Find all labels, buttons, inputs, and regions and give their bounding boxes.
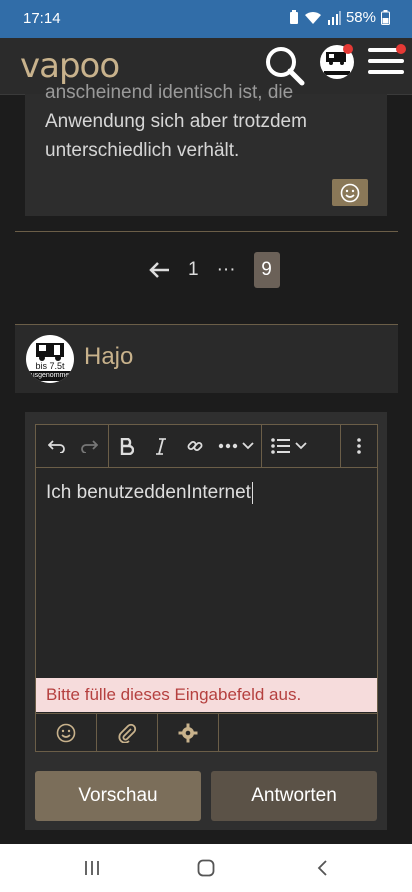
avatar-text: ausgenommen: [26, 371, 74, 381]
signal-icon: [327, 10, 341, 25]
toolbar-separator: [261, 425, 262, 467]
validation-error: Bitte fülle dieses Eingabefeld aus.: [36, 678, 377, 712]
back-icon[interactable]: [312, 856, 332, 880]
text-caret: [251, 482, 253, 504]
more-horizontal-icon: [218, 443, 238, 449]
link-button[interactable]: [184, 425, 206, 467]
gear-icon: [178, 723, 198, 743]
reply-form: Ich benutzeddenInternet Bitte fülle dies…: [25, 412, 387, 830]
redo-button[interactable]: [76, 425, 102, 467]
notification-dot: [343, 44, 353, 54]
more-vertical-icon: [357, 438, 361, 454]
user-name[interactable]: Hajo: [84, 343, 133, 371]
bold-button[interactable]: [116, 425, 138, 467]
arrow-left-icon[interactable]: [148, 261, 170, 279]
redo-icon: [81, 440, 98, 453]
list-icon: [271, 438, 290, 454]
more-options-dropdown[interactable]: [216, 425, 256, 467]
editor-bottom-toolbar: [36, 713, 377, 752]
list-dropdown[interactable]: [268, 425, 310, 467]
user-avatar[interactable]: bis 7.5t ausgenommen: [26, 335, 74, 383]
chevron-down-icon: [242, 442, 254, 450]
status-bar: 17:14 58%: [0, 0, 412, 38]
toolbar-separator: [340, 425, 341, 467]
system-navigation-bar: [0, 844, 412, 892]
link-icon: [187, 441, 203, 451]
bold-icon: [120, 437, 134, 455]
smiley-icon: [56, 723, 76, 743]
reaction-button[interactable]: [332, 179, 368, 206]
settings-button[interactable]: [158, 714, 219, 752]
submit-reply-button[interactable]: Antworten: [211, 771, 377, 821]
reply-user-row: bis 7.5t ausgenommen Hajo: [15, 325, 398, 393]
italic-button[interactable]: [150, 425, 172, 467]
attachment-button[interactable]: [97, 714, 158, 752]
menu-notification-dot: [396, 44, 406, 54]
post-text-line: Anwendung sich aber trotzdem: [45, 111, 307, 132]
undo-button[interactable]: [44, 425, 70, 467]
emoji-button[interactable]: [36, 714, 97, 752]
chevron-down-icon: [295, 442, 307, 450]
wifi-icon: [304, 11, 321, 24]
avatar-text: bis 7.5t: [35, 361, 65, 371]
post-text: anscheinend identisch ist, die Anwendung…: [45, 78, 375, 165]
page-ellipsis[interactable]: ···: [217, 259, 236, 281]
smiley-icon: [340, 183, 360, 202]
toolbar-overflow-button[interactable]: [346, 425, 372, 467]
rich-text-editor: Ich benutzeddenInternet Bitte fülle dies…: [35, 424, 378, 752]
toolbar-separator: [108, 425, 109, 467]
editor-content-area[interactable]: Ich benutzeddenInternet: [36, 468, 377, 678]
recent-apps-icon[interactable]: [82, 856, 102, 880]
post-card: anscheinend identisch ist, die Anwendung…: [25, 82, 387, 216]
undo-icon: [48, 440, 65, 453]
battery-icon: [381, 10, 390, 25]
home-icon[interactable]: [195, 856, 217, 880]
post-text-line: anscheinend identisch ist, die: [45, 82, 294, 103]
battery-percent: 58%: [345, 9, 376, 26]
editor-toolbar: [36, 425, 377, 468]
pagination: 1 ··· 9: [148, 252, 280, 288]
page-current[interactable]: 9: [253, 252, 280, 288]
status-time: 17:14: [23, 10, 61, 27]
editor-text: Ich benutzeddenInternet: [46, 482, 253, 504]
battery-saver-icon: [289, 10, 298, 24]
italic-icon: [156, 437, 166, 455]
preview-button[interactable]: Vorschau: [35, 771, 201, 821]
post-text-line: unterschiedlich verhält.: [45, 140, 240, 161]
page-link-1[interactable]: 1: [188, 259, 199, 281]
paperclip-icon: [118, 723, 137, 743]
status-icons: 58%: [289, 9, 390, 26]
divider: [15, 231, 398, 232]
